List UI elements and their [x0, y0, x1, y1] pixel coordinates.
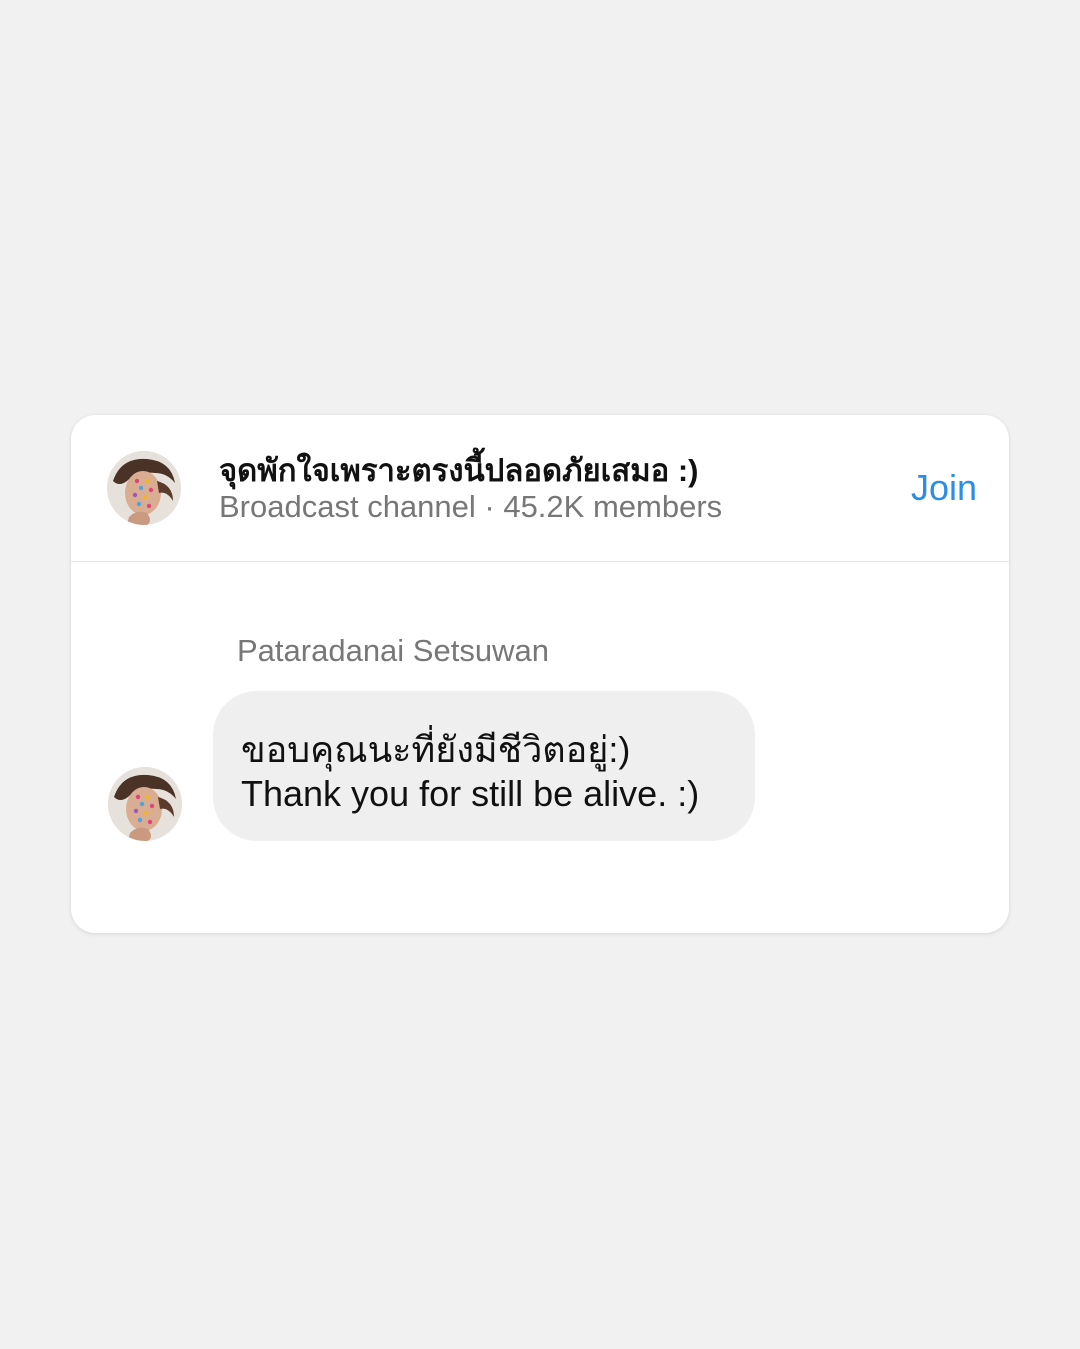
channel-header: จุดพักใจเพราะตรงนี้ปลอดภัยเสมอ :) Broadc… [71, 415, 1009, 562]
message-sender-name: Pataradanai Setsuwan [237, 633, 549, 668]
channel-name: จุดพักใจเพราะตรงนี้ปลอดภัยเสมอ :) [219, 453, 699, 488]
channel-member-count: Broadcast channel · 45.2K members [219, 489, 723, 524]
join-button[interactable]: Join [911, 467, 977, 509]
channel-avatar[interactable] [107, 451, 181, 525]
profile-photo-icon [107, 451, 181, 525]
message-text-thai: ขอบคุณนะที่ยังมีชีวิตอยู่:) [241, 729, 631, 770]
message-bubble[interactable]: ขอบคุณนะที่ยังมีชีวิตอยู่:) Thank you fo… [213, 691, 755, 841]
message-text-english: Thank you for still be alive. :) [241, 773, 700, 814]
sender-avatar[interactable] [108, 767, 182, 841]
broadcast-channel-card: จุดพักใจเพราะตรงนี้ปลอดภัยเสมอ :) Broadc… [71, 415, 1009, 933]
profile-photo-icon [108, 767, 182, 841]
